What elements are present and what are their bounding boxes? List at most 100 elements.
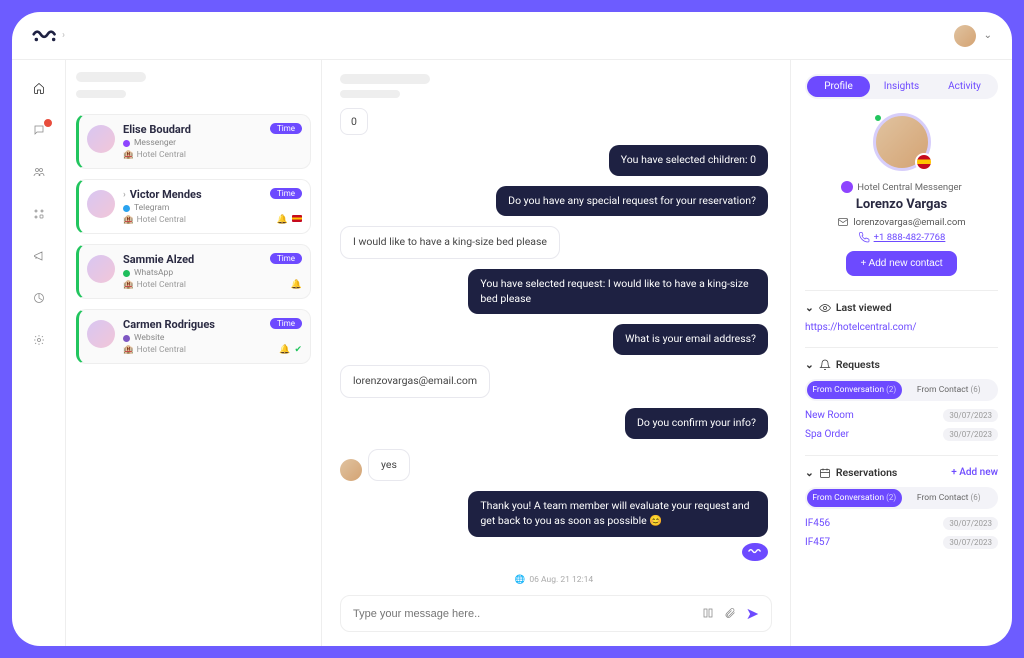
requests-source-tabs: From Conversation (2) From Contact (6) — [805, 379, 998, 401]
conversation-hotel: 🏨Hotel Central — [123, 215, 300, 225]
nav-settings[interactable] — [29, 330, 49, 350]
brand-logo: › — [32, 27, 65, 45]
conversation-hotel: 🏨Hotel Central — [123, 345, 300, 355]
profile-email: lorenzovargas@email.com — [805, 216, 998, 228]
request-link[interactable]: Spa Order — [805, 429, 849, 440]
messenger-icon — [841, 181, 853, 193]
message-bubble-outgoing: Thank you! A team member will evaluate y… — [468, 491, 768, 536]
conversation-channel: Telegram — [123, 203, 300, 213]
building-icon: 🏨 — [123, 345, 134, 355]
reservation-row: IF456 30/07/2023 — [805, 517, 998, 530]
reservation-row: IF457 30/07/2023 — [805, 536, 998, 549]
add-reservation-link[interactable]: + Add new — [951, 467, 998, 478]
nav-home[interactable] — [29, 78, 49, 98]
building-icon: 🏨 — [123, 280, 134, 290]
conversation-hotel: 🏨Hotel Central — [123, 150, 300, 160]
profile-phone[interactable]: +1 888-482-7768 — [805, 231, 998, 243]
conversation-channel: WhatsApp — [123, 268, 300, 278]
section-head-last-viewed[interactable]: ⌄Last viewed — [805, 301, 998, 314]
channel-dot-icon — [123, 205, 130, 212]
reservation-link[interactable]: IF457 — [805, 537, 830, 548]
spain-flag-icon — [292, 215, 302, 222]
user-menu-chevron-icon[interactable]: ⌄ — [984, 30, 992, 41]
bot-badge-icon — [742, 543, 768, 561]
message-bubble-incoming: yes — [368, 449, 410, 482]
section-requests: ⌄Requests From Conversation (2) From Con… — [805, 347, 998, 441]
checkmark-icon: ✔ — [294, 345, 302, 355]
bell-icon: 🔔 — [291, 280, 302, 290]
reservation-date: 30/07/2023 — [943, 536, 998, 549]
profile-name: Lorenzo Vargas — [805, 197, 998, 212]
reservations-tab-conversation[interactable]: From Conversation (2) — [807, 489, 902, 507]
nav-contacts[interactable] — [29, 162, 49, 182]
sidebar-nav — [12, 60, 66, 646]
sender-avatar — [340, 459, 362, 481]
nav-campaigns[interactable] — [29, 246, 49, 266]
conversation-card[interactable]: Carmen RodriguesWebsite🏨Hotel CentralTim… — [76, 309, 311, 364]
building-icon: 🏨 — [123, 150, 134, 160]
time-badge: Time — [270, 253, 302, 264]
nav-analytics[interactable] — [29, 288, 49, 308]
channel-dot-icon — [123, 140, 130, 147]
request-row: New Room 30/07/2023 — [805, 409, 998, 422]
conversation-channel: Website — [123, 333, 300, 343]
time-badge: Time — [270, 123, 302, 134]
last-viewed-link[interactable]: https://hotelcentral.com/ — [805, 322, 998, 333]
message-bubble-outgoing: Do you confirm your info? — [625, 408, 768, 439]
chat-panel: 0You have selected children: 0Do you hav… — [322, 60, 790, 646]
conversation-card[interactable]: Elise BoudardMessenger🏨Hotel CentralTime — [76, 114, 311, 169]
conversation-card[interactable]: ›Victor MendesTelegram🏨Hotel CentralTime… — [76, 179, 311, 234]
requests-tab-contact[interactable]: From Contact (6) — [902, 381, 997, 399]
list-subtitle-placeholder — [76, 90, 126, 98]
avatar — [87, 125, 115, 153]
chat-timestamp: 🌐06 Aug. 21 12:14 — [515, 575, 593, 585]
section-reservations: ⌄Reservations + Add new From Conversatio… — [805, 455, 998, 549]
spain-flag-icon — [915, 153, 933, 171]
request-link[interactable]: New Room — [805, 410, 854, 421]
chevron-down-icon: ⌄ — [805, 466, 814, 479]
channel-dot-icon — [123, 270, 130, 277]
tab-profile[interactable]: Profile — [807, 76, 870, 97]
message-bubble-incoming: 0 — [340, 108, 368, 135]
request-date: 30/07/2023 — [943, 409, 998, 422]
message-input-bar: ➤ — [340, 595, 772, 632]
conversation-hotel: 🏨Hotel Central — [123, 280, 300, 290]
reservations-source-tabs: From Conversation (2) From Contact (6) — [805, 487, 998, 509]
attach-icon[interactable] — [724, 604, 736, 623]
add-contact-button[interactable]: + Add new contact — [846, 251, 956, 276]
online-status-dot — [873, 113, 883, 123]
message-bubble-outgoing: You have selected children: 0 — [609, 145, 768, 176]
time-badge: Time — [270, 318, 302, 329]
quick-replies-icon[interactable] — [702, 604, 714, 623]
nav-apps[interactable] — [29, 204, 49, 224]
message-bubble-incoming: lorenzovargas@email.com — [340, 365, 490, 398]
reservation-link[interactable]: IF456 — [805, 518, 830, 529]
conversation-card[interactable]: Sammie AlzedWhatsApp🏨Hotel CentralTime🔔 — [76, 244, 311, 299]
avatar — [87, 190, 115, 218]
channel-dot-icon — [123, 335, 130, 342]
message-bubble-incoming: I would like to have a king-size bed ple… — [340, 226, 560, 259]
send-button[interactable]: ➤ — [746, 604, 759, 623]
conversation-channel: Messenger — [123, 138, 300, 148]
building-icon: 🏨 — [123, 215, 134, 225]
reservation-date: 30/07/2023 — [943, 517, 998, 530]
conversation-list: Elise BoudardMessenger🏨Hotel CentralTime… — [66, 60, 322, 646]
message-bubble-outgoing: You have selected request: I would like … — [468, 269, 768, 314]
profile-channel: Hotel Central Messenger — [805, 181, 998, 193]
reservations-tab-contact[interactable]: From Contact (6) — [902, 489, 997, 507]
nav-inbox[interactable] — [29, 120, 49, 140]
message-input[interactable] — [353, 608, 692, 620]
current-user-avatar[interactable] — [954, 25, 976, 47]
request-row: Spa Order30/07/2023 — [805, 428, 998, 441]
chevron-right-icon: › — [123, 190, 126, 200]
section-head-requests[interactable]: ⌄Requests — [805, 358, 998, 371]
message-list: 0You have selected children: 0Do you hav… — [340, 108, 772, 585]
tab-insights[interactable]: Insights — [870, 76, 933, 97]
tab-activity[interactable]: Activity — [933, 76, 996, 97]
avatar — [87, 320, 115, 348]
profile-avatar — [873, 113, 931, 171]
requests-tab-conversation[interactable]: From Conversation (2) — [807, 381, 902, 399]
chevron-down-icon: ⌄ — [805, 358, 814, 371]
avatar — [87, 255, 115, 283]
section-head-reservations[interactable]: ⌄Reservations — [805, 466, 897, 479]
